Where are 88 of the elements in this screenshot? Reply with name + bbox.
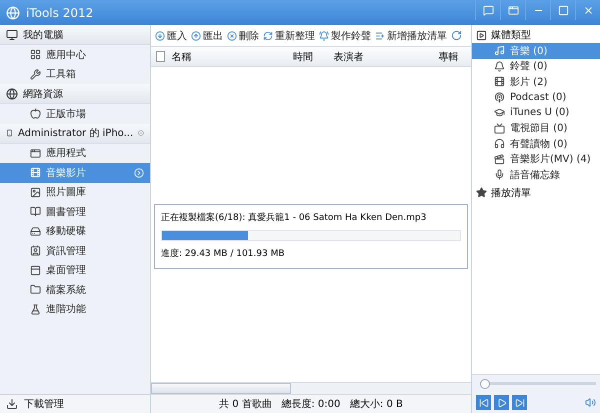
item-icon	[30, 49, 41, 60]
sidebar-group-header[interactable]: 我的電腦	[0, 25, 150, 45]
copy-message: 正在複製檔案(6/18): 真愛兵籠1 - 06 Satom Ha Kken Den.mp3	[161, 211, 428, 224]
column-header[interactable]: 時間	[292, 50, 334, 64]
media-type-item[interactable]: 影片 (2)	[472, 74, 600, 90]
toolbar-button[interactable]: 匯出	[191, 28, 223, 42]
media-icon	[494, 154, 505, 165]
item-icon	[30, 226, 41, 237]
seek-thumb[interactable]	[480, 379, 490, 389]
toolbar-button[interactable]: 重新整理	[263, 28, 315, 42]
select-all-checkbox[interactable]	[156, 51, 166, 62]
group-icon	[6, 88, 18, 100]
toolbar-icon	[227, 30, 237, 40]
media-type-item[interactable]: iTunes U (0)	[472, 105, 600, 120]
toolbar-button[interactable]: 刪除	[227, 28, 259, 42]
media-icon	[494, 107, 505, 118]
sidebar-item[interactable]: 工具箱	[0, 64, 150, 84]
media-type-item[interactable]: 有聲讀物 (0)	[472, 136, 600, 152]
playlist-header[interactable]: 播放清單	[472, 182, 600, 200]
maximize-icon	[558, 4, 568, 16]
next-button[interactable]	[512, 395, 527, 410]
close-icon	[582, 4, 594, 16]
item-icon	[30, 284, 41, 296]
volume-icon[interactable]	[585, 397, 596, 408]
sidebar-group-header[interactable]: 網路資源	[0, 84, 150, 104]
column-header[interactable]: 專輯	[438, 50, 471, 64]
sidebar-item[interactable]: 照片圖庫	[0, 182, 150, 202]
column-header[interactable]: 名稱	[171, 50, 293, 64]
play-icon	[496, 398, 506, 408]
item-icon	[30, 264, 41, 276]
app-logo-icon	[6, 6, 20, 20]
download-icon	[6, 398, 18, 410]
media-type-item[interactable]: 音樂影片(MV) (4)	[472, 152, 600, 167]
media-icon	[494, 92, 505, 103]
sidebar-item[interactable]: 正版市場	[0, 104, 150, 124]
media-type-item[interactable]: Podcast (0)	[472, 90, 600, 105]
window-title: iTools 2012	[26, 6, 94, 20]
eject-icon[interactable]	[138, 128, 144, 138]
star-icon	[476, 187, 487, 198]
previous-button[interactable]	[476, 395, 491, 410]
item-icon	[30, 304, 41, 315]
media-icon	[494, 122, 505, 134]
feedback-icon	[482, 4, 494, 16]
toolbar-icon	[155, 30, 165, 40]
group-icon	[6, 127, 13, 139]
toolbar-button[interactable]: 匯入	[155, 28, 187, 42]
toolbar-icon	[375, 30, 385, 40]
toolbar-button[interactable]: 製作鈴聲	[319, 28, 371, 42]
media-icon	[494, 169, 505, 180]
horizontal-scrollbar[interactable]	[151, 382, 471, 394]
play-button[interactable]	[494, 395, 509, 410]
item-icon	[30, 148, 41, 159]
media-type-item[interactable]: 語音備忘錄	[472, 167, 600, 182]
sidebar-item[interactable]: 檔案系統	[0, 280, 150, 300]
progress-text: 進度: 29.43 MB / 101.93 MB	[161, 248, 286, 260]
item-icon	[30, 68, 41, 80]
toolbar-icon	[263, 30, 273, 40]
panel-header: 媒體類型	[472, 25, 600, 43]
toolbar-button[interactable]: 新增播放清單	[375, 28, 447, 42]
toolbar-icon	[191, 30, 201, 40]
item-icon	[30, 108, 41, 120]
sidebar-item[interactable]: 應用中心	[0, 45, 150, 64]
item-icon	[30, 186, 41, 198]
sidebar-item[interactable]: 進階功能	[0, 300, 150, 319]
media-type-item[interactable]: 電視節目 (0)	[472, 120, 600, 136]
download-manager-button[interactable]: 下載管理	[0, 394, 150, 413]
media-icon	[494, 76, 505, 88]
next-icon	[514, 398, 524, 408]
item-icon	[30, 245, 41, 256]
media-icon	[494, 138, 505, 150]
sidebar-item[interactable]: 圖書管理	[0, 202, 150, 222]
sidebar-item[interactable]: 資訊管理	[0, 241, 150, 260]
item-icon	[30, 206, 41, 218]
status-bar: 共 0 首歌曲 總長度: 0:00 總大小: 0 B	[151, 394, 471, 413]
sidebar-item[interactable]: 移動硬碟	[0, 222, 150, 241]
previous-icon	[478, 398, 488, 408]
column-header[interactable]: 表演者	[333, 50, 439, 64]
sidebar-group-header[interactable]: Administrator 的 iPho...	[0, 124, 150, 144]
sidebar-item[interactable]: 桌面管理	[0, 260, 150, 280]
item-icon	[30, 167, 41, 178]
toolbar-icon	[319, 30, 329, 40]
sidebar-item[interactable]: 應用程式	[0, 144, 150, 163]
media-icon	[494, 60, 505, 72]
group-icon	[6, 28, 18, 40]
media-type-item[interactable]: 鈴聲 (0)	[472, 58, 600, 74]
media-icon	[494, 45, 505, 56]
refresh-icon[interactable]	[451, 30, 462, 41]
media-icon	[476, 30, 487, 40]
